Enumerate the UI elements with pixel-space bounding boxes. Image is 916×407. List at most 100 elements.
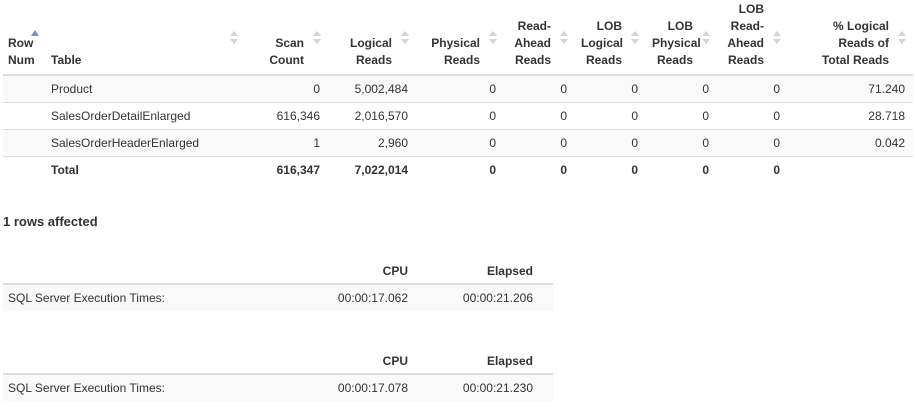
table-row: SalesOrderDetailEnlarged 616,346 2,016,5…	[3, 102, 913, 130]
column-header-cpu: CPU	[298, 350, 428, 375]
total-row: Total 616,347 7,022,014 0 0 0 0 0	[3, 156, 913, 183]
cell-physical-reads: 0	[416, 129, 504, 157]
column-header-elapsed: Elapsed	[428, 350, 553, 375]
header-line: Reads of	[838, 36, 889, 50]
column-header-cpu: CPU	[298, 260, 428, 285]
column-header-table[interactable]: Table	[45, 0, 245, 76]
sort-icon	[401, 31, 409, 45]
cell-logical-reads: 5,002,484	[328, 75, 416, 103]
sort-icon	[313, 31, 321, 45]
sort-icon	[773, 31, 781, 45]
column-header-elapsed: Elapsed	[428, 260, 553, 285]
cell-cpu: 00:00:17.078	[298, 374, 428, 401]
header-line: Reads	[585, 53, 622, 67]
header-line: LOB	[596, 19, 622, 33]
cell-table: SalesOrderHeaderEnlarged	[45, 129, 245, 157]
cell-physical-reads: 0	[416, 102, 504, 130]
cell-pct-logical-reads: 0.042	[788, 129, 913, 157]
cell-lob-read-ahead-reads: 0	[717, 75, 788, 103]
header-line: Table	[51, 53, 82, 67]
total-lob-physical-reads: 0	[702, 162, 709, 177]
cell-scan-count: 1	[245, 129, 328, 157]
header-line: Read-	[517, 19, 551, 33]
sort-icon	[560, 31, 568, 45]
cell-label: SQL Server Execution Times:	[3, 284, 298, 311]
column-header-lob-physical-reads[interactable]: LOB Physical Reads	[646, 0, 717, 76]
sort-icon	[489, 31, 497, 45]
header-line: Physical	[652, 36, 701, 50]
header-line: Physical	[431, 36, 480, 50]
header-row: Row Num Table Scan Count Logical Reads P…	[3, 0, 913, 76]
cell-row-num	[3, 129, 45, 157]
header-line: Reads	[514, 53, 551, 67]
sort-icon	[631, 31, 639, 45]
header-line: LOB	[667, 19, 693, 33]
column-header-pct-logical-reads[interactable]: % Logical Reads of Total Reads	[788, 0, 913, 76]
table-row: Product 0 5,002,484 0 0 0 0 0 71.240	[3, 75, 913, 103]
total-label: Total	[51, 162, 79, 177]
column-header-physical-reads[interactable]: Physical Reads	[416, 0, 504, 76]
cell-lob-physical-reads: 0	[646, 102, 717, 130]
sort-icon	[230, 31, 238, 45]
sort-icon	[702, 31, 710, 45]
total-logical-reads: 7,022,014	[354, 162, 408, 177]
cell-table: Product	[45, 75, 245, 103]
column-header-read-ahead-reads[interactable]: Read- Ahead Reads	[504, 0, 575, 76]
sort-icon	[898, 31, 906, 45]
io-statistics-table: Row Num Table Scan Count Logical Reads P…	[3, 0, 913, 183]
total-pct-logical-reads	[788, 156, 913, 183]
column-header-lob-read-ahead-reads[interactable]: LOB Read- Ahead Reads	[717, 0, 788, 76]
column-header-row-num[interactable]: Row Num	[3, 0, 45, 76]
header-line: Reads	[443, 53, 480, 67]
cell-row-num	[3, 102, 45, 130]
cell-lob-logical-reads: 0	[575, 75, 646, 103]
cell-lob-physical-reads: 0	[646, 75, 717, 103]
cell-lob-read-ahead-reads: 0	[717, 102, 788, 130]
column-header-label	[3, 260, 298, 285]
column-header-label	[3, 350, 298, 375]
header-line: Logical	[581, 36, 624, 50]
cell-row-num	[3, 156, 45, 183]
total-read-ahead-reads: 0	[560, 162, 567, 177]
cell-lob-logical-reads: 0	[575, 129, 646, 157]
execution-times-table: CPU Elapsed SQL Server Execution Times: …	[3, 350, 553, 401]
cell-pct-logical-reads: 71.240	[788, 75, 913, 103]
column-header-scan-count[interactable]: Scan Count	[245, 0, 328, 76]
rows-affected-message: 1 rows affected	[3, 214, 98, 229]
header-line: Scan	[275, 36, 304, 50]
cell-read-ahead-reads: 0	[504, 129, 575, 157]
header-line: Reads	[355, 53, 392, 67]
header-line: Reads	[656, 53, 693, 67]
header-line: LOB	[738, 2, 764, 16]
column-header-logical-reads[interactable]: Logical Reads	[328, 0, 416, 76]
header-line: Logical	[349, 36, 392, 50]
cell-label: SQL Server Execution Times:	[3, 374, 298, 401]
table-row: SQL Server Execution Times: 00:00:17.062…	[3, 284, 553, 311]
header-line: Reads	[727, 53, 764, 67]
header-line: Count	[269, 53, 304, 67]
cell-lob-read-ahead-reads: 0	[717, 129, 788, 157]
cell-lob-physical-reads: 0	[646, 129, 717, 157]
header-line: Total Reads	[821, 53, 889, 67]
cell-read-ahead-reads: 0	[504, 102, 575, 130]
header-line: Read-	[730, 19, 764, 33]
cell-read-ahead-reads: 0	[504, 75, 575, 103]
cell-scan-count: 616,346	[245, 102, 328, 130]
table-row: SQL Server Execution Times: 00:00:17.078…	[3, 374, 553, 401]
total-scan-count: 616,347	[276, 162, 320, 177]
row-num-sort-icon	[31, 30, 39, 36]
cell-logical-reads: 2,960	[328, 129, 416, 157]
cell-pct-logical-reads: 28.718	[788, 102, 913, 130]
cell-cpu: 00:00:17.062	[298, 284, 428, 311]
header-line: Ahead	[514, 36, 551, 50]
table-row: SalesOrderHeaderEnlarged 1 2,960 0 0 0 0…	[3, 129, 913, 157]
cell-table: SalesOrderDetailEnlarged	[45, 102, 245, 130]
cell-scan-count: 0	[245, 75, 328, 103]
total-physical-reads: 0	[489, 162, 496, 177]
total-lob-logical-reads: 0	[631, 162, 638, 177]
column-header-lob-logical-reads[interactable]: LOB Logical Reads	[575, 0, 646, 76]
execution-times-table: CPU Elapsed SQL Server Execution Times: …	[3, 260, 553, 311]
header-line: Num	[8, 53, 35, 67]
cell-lob-logical-reads: 0	[575, 102, 646, 130]
cell-elapsed: 00:00:21.230	[428, 374, 553, 401]
